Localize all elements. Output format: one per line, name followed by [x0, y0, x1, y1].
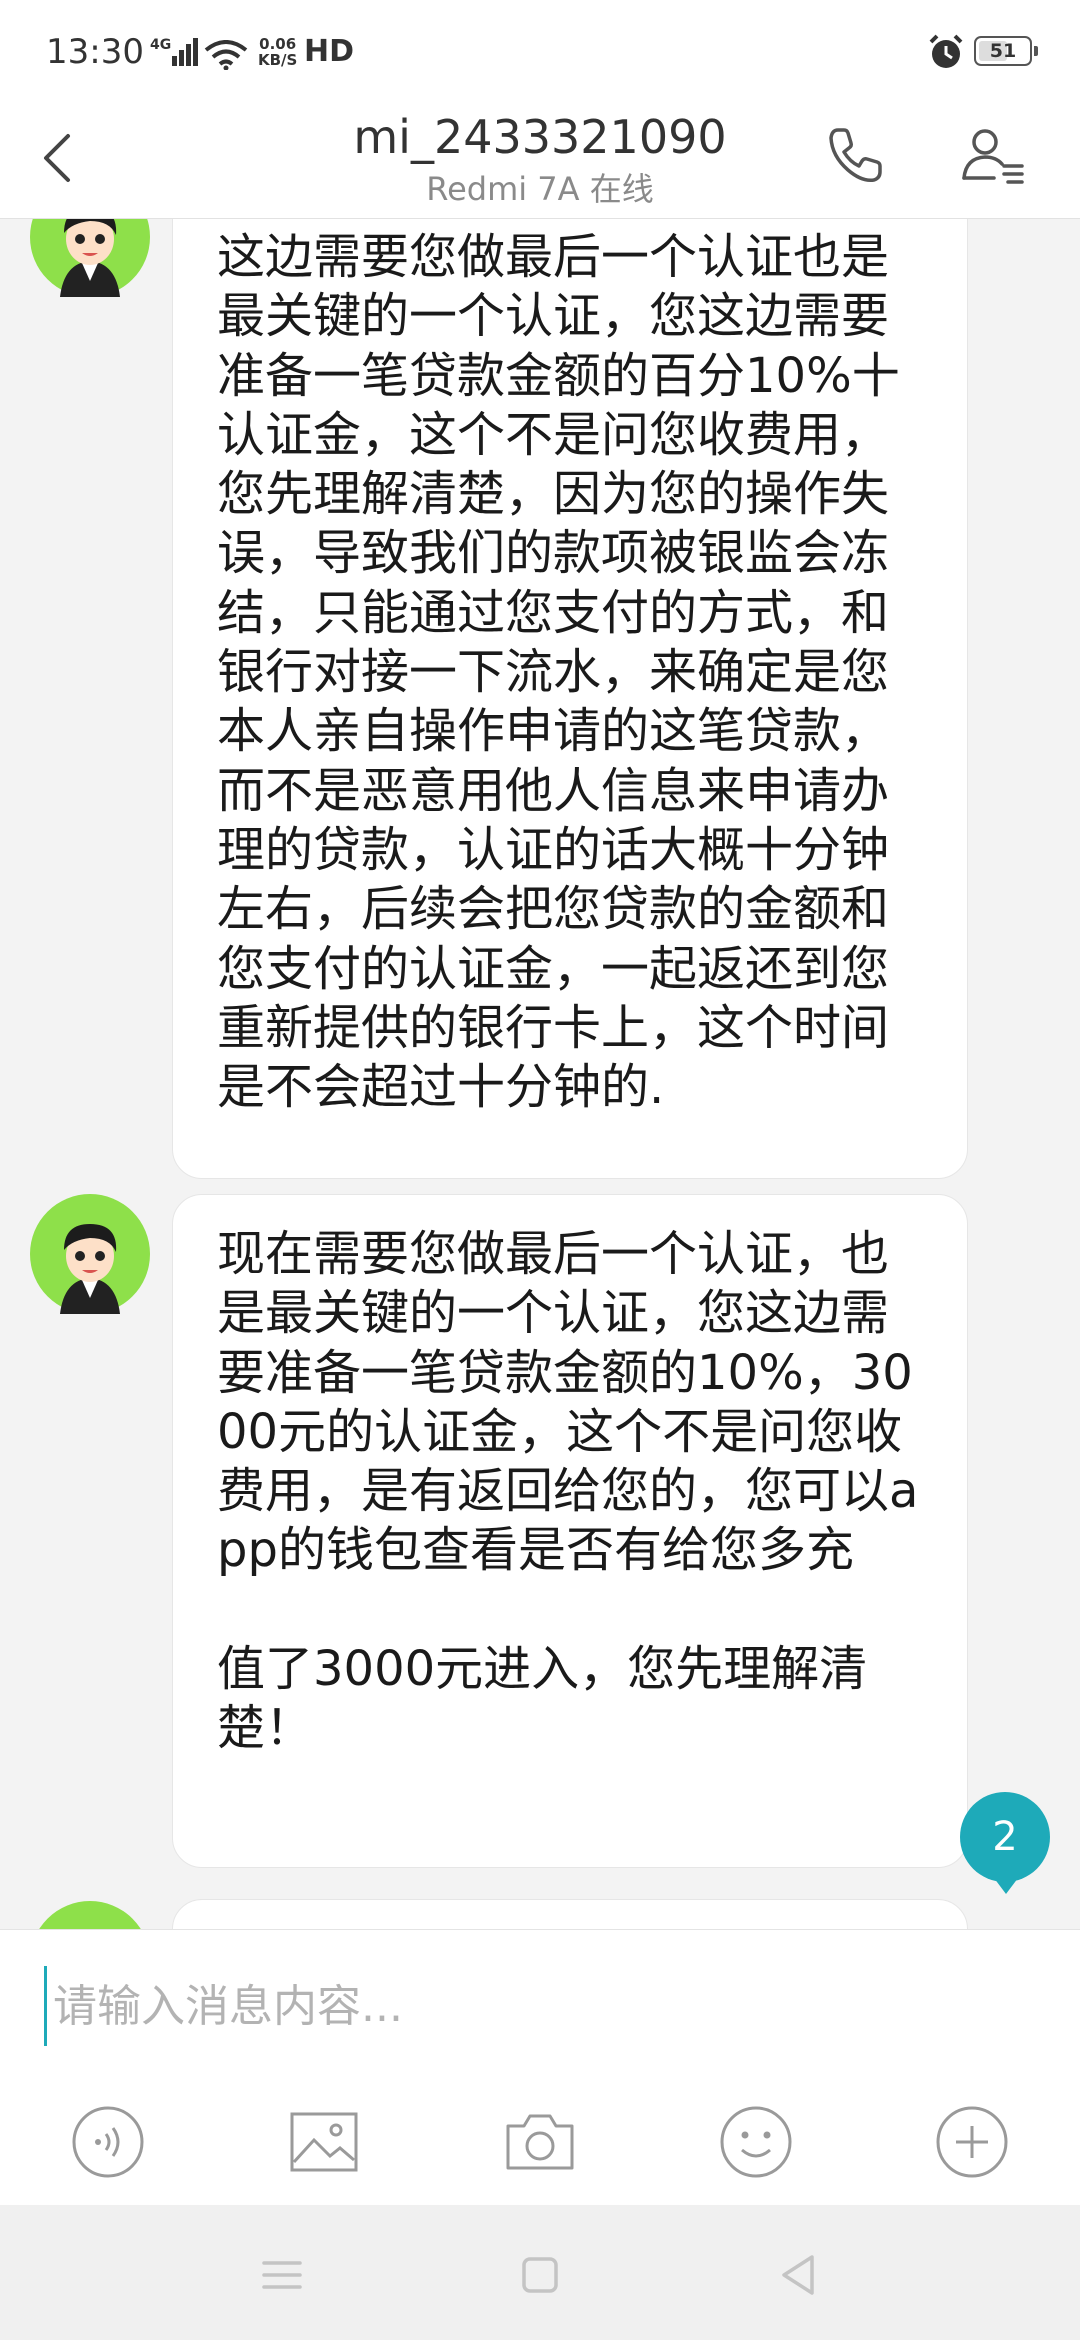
signal-icon	[172, 38, 198, 66]
avatar[interactable]	[30, 219, 150, 297]
emoji-button[interactable]	[716, 2102, 796, 2182]
avatar[interactable]	[30, 1194, 150, 1314]
home-icon	[522, 2257, 558, 2293]
system-nav-bar	[0, 2205, 1080, 2340]
network-speed-value: 0.06	[259, 35, 297, 53]
alarm-icon	[929, 34, 963, 68]
hd-indicator: HD	[304, 34, 355, 69]
wifi-icon	[204, 40, 248, 70]
back-icon	[782, 2255, 814, 2295]
status-bar: 13:30 4G 0.06 KB/S HD 51	[0, 0, 1080, 100]
network-speed: 0.06 KB/S	[258, 36, 297, 68]
image-button[interactable]	[284, 2102, 364, 2182]
status-time: 13:30	[46, 32, 144, 72]
call-button[interactable]	[820, 120, 890, 190]
system-back-button[interactable]	[770, 2247, 826, 2303]
voice-button[interactable]	[68, 2102, 148, 2182]
message-bubble[interactable]: 现在需要您做最后一个认证，也是最关键的一个认证，您这边需要准备一笔贷款金额的10…	[172, 1194, 968, 1868]
add-button[interactable]	[932, 2102, 1012, 2182]
menu-button[interactable]	[254, 2247, 310, 2303]
unread-count-badge[interactable]: 2	[960, 1792, 1050, 1894]
camera-button[interactable]	[500, 2102, 580, 2182]
image-icon	[290, 2112, 358, 2172]
contact-name: mi_2433321090	[353, 110, 727, 164]
battery-level: 51	[989, 40, 1017, 62]
phone-icon	[829, 128, 882, 183]
contact-status: Redmi 7A 在线	[426, 170, 654, 208]
add-icon	[936, 2106, 1008, 2178]
profile-button[interactable]	[958, 120, 1028, 190]
network-speed-unit: KB/S	[258, 51, 298, 69]
message-bubble[interactable]: 这边需要您做最后一个认证也是最关键的一个认证，您这边需要准备一笔贷款金额的百分1…	[172, 219, 968, 1179]
message-bubble[interactable]	[172, 1899, 968, 1929]
message-list[interactable]: 这边需要您做最后一个认证也是最关键的一个认证，您这边需要准备一笔贷款金额的百分1…	[0, 219, 1080, 1929]
avatar[interactable]	[30, 1901, 150, 1929]
battery-indicator: 51	[974, 36, 1038, 66]
voice-icon	[72, 2106, 144, 2178]
chat-header: mi_2433321090 Redmi 7A 在线	[0, 100, 1080, 219]
camera-icon	[506, 2114, 574, 2170]
composer	[0, 1929, 1080, 2206]
home-button[interactable]	[512, 2247, 568, 2303]
contact-info-icon	[962, 129, 1024, 184]
menu-icon	[262, 2261, 302, 2289]
emoji-icon	[720, 2106, 792, 2178]
network-type: 4G	[150, 37, 172, 53]
message-input[interactable]	[44, 1966, 1043, 2046]
